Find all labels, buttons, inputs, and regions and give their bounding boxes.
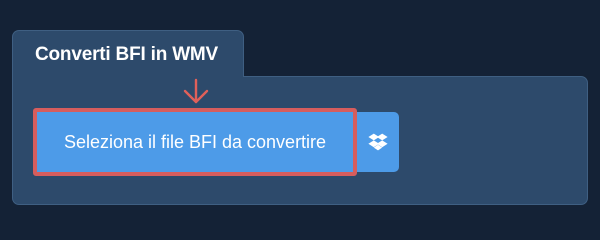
dropbox-icon (368, 133, 388, 151)
select-file-label: Seleziona il file BFI da convertire (63, 131, 327, 152)
tab-title: Converti BFI in WMV (35, 44, 219, 65)
arrow-down-icon (183, 78, 209, 104)
select-file-button[interactable]: Seleziona il file BFI da convertire (33, 108, 357, 176)
dropbox-button[interactable] (357, 112, 399, 172)
